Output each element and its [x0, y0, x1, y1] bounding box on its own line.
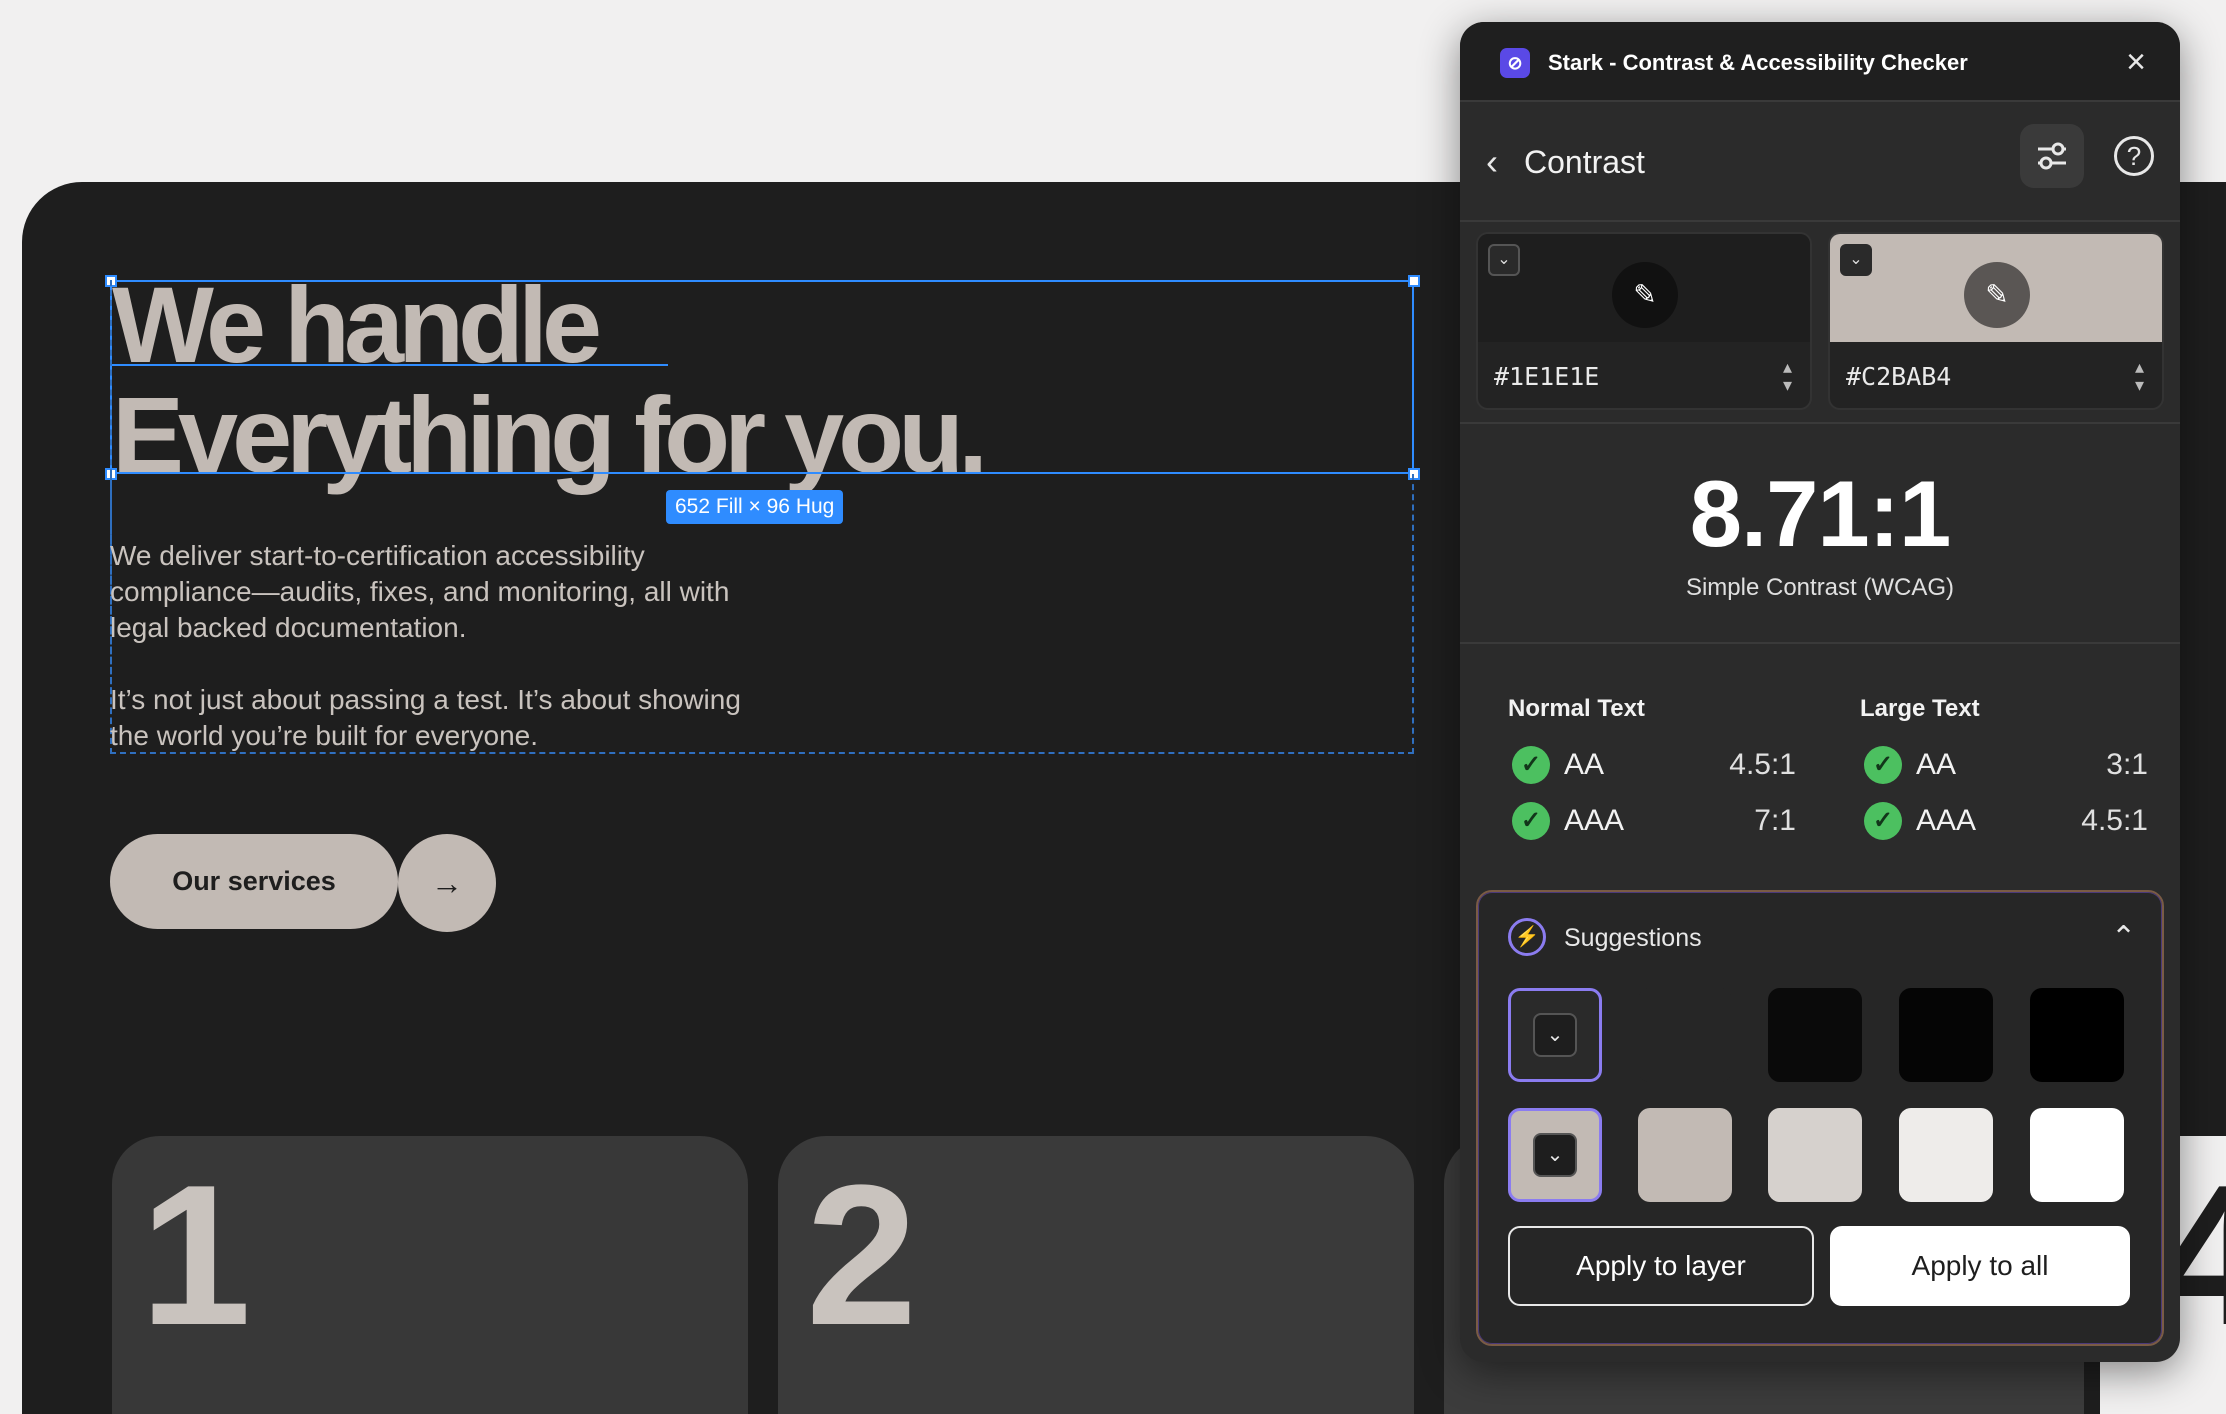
chevron-down-icon[interactable]: ⌄: [1533, 1013, 1577, 1057]
resize-handle-tr[interactable]: [1408, 275, 1420, 287]
suggestion-swatch[interactable]: [2030, 988, 2124, 1082]
check-icon: ✓: [1864, 802, 1902, 840]
page-title: Contrast: [1524, 144, 1645, 180]
foreground-hex-input[interactable]: #1E1E1E: [1494, 360, 1599, 394]
grade-requirement: 3:1: [2106, 748, 2148, 781]
suggestion-swatch[interactable]: [1768, 988, 1862, 1082]
close-icon[interactable]: ×: [2116, 42, 2156, 82]
suggestion-swatch[interactable]: [1768, 1108, 1862, 1202]
normal-text-heading: Normal Text: [1508, 695, 1645, 722]
back-chevron-icon[interactable]: ‹: [1486, 138, 1498, 186]
grade-requirement: 7:1: [1754, 804, 1796, 837]
large-text-results: Large Text ✓ AA 3:1 ✓ AAA 4.5:1: [1860, 692, 2160, 850]
stark-logo-icon: ⊘: [1500, 48, 1530, 78]
step-card-2[interactable]: 2: [778, 1136, 1414, 1414]
grade-level: AAA: [1564, 804, 1625, 837]
suggestion-swatch[interactable]: [2030, 1108, 2124, 1202]
current-background-chip[interactable]: ⌄: [1508, 1108, 1602, 1202]
suggestions-title: Suggestions: [1564, 924, 1702, 952]
plugin-title: Stark - Contrast & Accessibility Checker: [1548, 50, 1968, 75]
grade-row: ✓ AA 3:1: [1860, 738, 2160, 794]
eyedropper-icon[interactable]: ✎: [1612, 262, 1678, 328]
contrast-ratio-section: 8.71:1 Simple Contrast (WCAG): [1460, 422, 2180, 644]
grade-level: AA: [1916, 748, 1957, 781]
help-icon: ?: [2114, 136, 2154, 176]
apply-to-all-button[interactable]: Apply to all: [1830, 1226, 2130, 1306]
suggestion-swatch[interactable]: [1899, 988, 1993, 1082]
contrast-navbar: ‹ Contrast ?: [1460, 102, 2180, 222]
check-icon: ✓: [1512, 746, 1550, 784]
card-number: 2: [806, 1144, 918, 1367]
card-number: 1: [140, 1144, 252, 1367]
eyedropper-icon[interactable]: ✎: [1964, 262, 2030, 328]
intro-paragraph[interactable]: We deliver start-to-certification access…: [110, 538, 750, 646]
large-text-heading: Large Text: [1860, 695, 1980, 722]
current-foreground-chip[interactable]: ⌄: [1508, 988, 1602, 1082]
suggestion-swatch[interactable]: [1899, 1108, 1993, 1202]
suggestion-swatch[interactable]: [1638, 988, 1732, 1082]
stepper-icon[interactable]: ▴ ▾: [1783, 358, 1792, 394]
grade-requirement: 4.5:1: [2081, 804, 2148, 837]
chevron-down-icon[interactable]: ⌄: [1488, 244, 1520, 276]
grade-row: ✓ AAA 4.5:1: [1860, 794, 2160, 850]
grade-row: ✓ AA 4.5:1: [1508, 738, 1808, 794]
background-hex-input[interactable]: #C2BAB4: [1846, 360, 1951, 394]
grade-row: ✓ AAA 7:1: [1508, 794, 1808, 850]
plugin-titlebar: ⊘ Stark - Contrast & Accessibility Check…: [1460, 22, 2180, 102]
settings-sliders-icon[interactable]: [2020, 124, 2084, 188]
background-swatch[interactable]: ⌄ ✎ #C2BAB4 ▴ ▾: [1828, 232, 2164, 410]
check-icon: ✓: [1512, 802, 1550, 840]
suggestions-panel: ⚡ Suggestions ⌄ ⌄ ⌄ Apply to layer Apply…: [1476, 890, 2164, 1346]
selection-box: [110, 280, 1414, 474]
contrast-method-label: Simple Contrast (WCAG): [1685, 574, 1955, 601]
our-services-button[interactable]: Our services: [110, 834, 398, 929]
step-card-1[interactable]: 1: [112, 1136, 748, 1414]
arrow-right-icon[interactable]: →: [398, 834, 496, 932]
size-badge: 652 Fill × 96 Hug: [666, 490, 844, 524]
grade-requirement: 4.5:1: [1729, 748, 1796, 781]
stepper-icon[interactable]: ▴ ▾: [2135, 358, 2144, 394]
check-icon: ✓: [1864, 746, 1902, 784]
contrast-ratio: 8.71:1: [1689, 461, 1952, 566]
screen: We handle Everything for you. 652 Fill ×…: [0, 0, 2226, 1414]
sliders-glyph: [2038, 142, 2066, 170]
foreground-swatch[interactable]: ⌄ ✎ #1E1E1E ▴ ▾: [1476, 232, 1812, 410]
chevron-down-icon[interactable]: ⌄: [1533, 1133, 1577, 1177]
normal-text-results: Normal Text ✓ AA 4.5:1 ✓ AAA 7:1: [1508, 692, 1808, 850]
help-button[interactable]: ?: [2102, 124, 2166, 188]
stark-plugin-panel: ⊘ Stark - Contrast & Accessibility Check…: [1460, 22, 2180, 1362]
mission-paragraph[interactable]: It’s not just about passing a test. It’s…: [110, 682, 750, 754]
apply-to-layer-button[interactable]: Apply to layer: [1508, 1226, 1814, 1306]
suggestion-swatch[interactable]: [1638, 1108, 1732, 1202]
lightning-icon: ⚡: [1508, 918, 1546, 956]
chevron-up-icon[interactable]: ⌄: [2111, 914, 2136, 954]
grade-level: AAA: [1916, 804, 1977, 837]
grade-level: AA: [1564, 748, 1605, 781]
chevron-down-icon[interactable]: ⌄: [1840, 244, 1872, 276]
